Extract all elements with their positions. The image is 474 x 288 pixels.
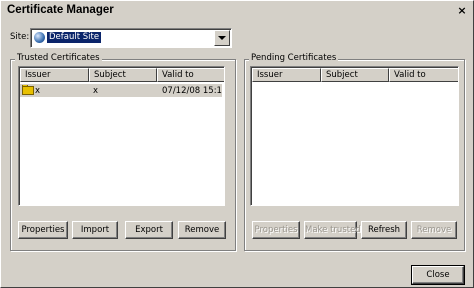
pending-remove-button[interactable]: Remove [411,221,457,239]
title-bar[interactable]: Certificate Manager × [1,1,473,23]
make-trusted-button[interactable]: Make trusted [304,221,361,239]
cell-valid-to: 07/12/08 15:1... [162,85,222,96]
folder-icon [22,85,34,95]
import-button[interactable]: Import [72,221,118,239]
cell-subject: x [93,85,99,96]
trusted-certificates-label: Trusted Certificates [15,53,102,63]
pending-certificates-label: Pending Certificates [249,53,339,63]
column-header-issuer[interactable]: Issuer [20,68,89,82]
pending-certificates-list[interactable]: Issuer Subject Valid to [250,66,459,206]
trusted-remove-button[interactable]: Remove [178,221,226,239]
trusted-certificates-list[interactable]: Issuer Subject Valid to x x 07/12/08 15:… [18,66,225,206]
globe-icon [34,32,45,43]
column-header-subject[interactable]: Subject [321,68,389,82]
pending-list-header: Issuer Subject Valid to [252,68,458,82]
column-header-subject[interactable]: Subject [89,68,157,82]
trusted-list-header: Issuer Subject Valid to [20,68,224,82]
site-dropdown[interactable]: Default Site [30,28,232,48]
trusted-properties-button[interactable]: Properties [18,221,68,239]
pending-properties-button[interactable]: Properties [252,221,300,239]
column-header-valid-to[interactable]: Valid to [157,68,224,82]
export-button[interactable]: Export [125,221,173,239]
dropdown-arrow-icon[interactable] [214,30,230,46]
cell-issuer: x [20,85,85,96]
column-header-issuer[interactable]: Issuer [252,68,321,82]
window-title: Certificate Manager [7,4,114,16]
site-dropdown-value: Default Site [47,32,102,43]
close-window-icon[interactable]: × [454,4,470,18]
issuer-text: x [35,86,41,96]
table-row[interactable]: x x 07/12/08 15:1... [20,84,222,97]
refresh-button[interactable]: Refresh [361,221,407,239]
column-header-valid-to[interactable]: Valid to [389,68,458,82]
close-button[interactable]: Close [411,265,465,285]
certificate-manager-window: Certificate Manager × Site: Default Site… [0,0,474,288]
site-label: Site: [10,32,30,42]
